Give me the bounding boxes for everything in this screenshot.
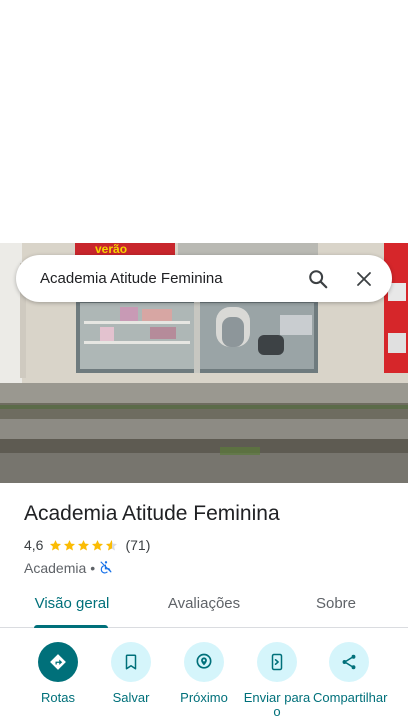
tab-overview[interactable]: Visão geral: [24, 586, 120, 628]
rating-value: 4,6: [24, 537, 44, 553]
half-star-icon: [106, 539, 118, 550]
send-to-phone-icon: [257, 642, 297, 682]
category-label: Academia: [24, 560, 87, 576]
send-to-phone-button[interactable]: Enviar para o: [239, 642, 315, 719]
share-icon: [329, 642, 369, 682]
place-title: Academia Atitude Feminina: [24, 502, 280, 525]
category-row: Academia •: [24, 559, 394, 577]
place-info: Academia Atitude Feminina 4,6 (71) Acade…: [24, 500, 394, 577]
action-bar: Rotas Salvar Próximo Enviar para o Compa…: [0, 640, 408, 726]
star-icon: [64, 539, 76, 550]
nearby-label: Próximo: [180, 690, 228, 705]
wheelchair-inaccessible-icon: [99, 560, 113, 577]
save-label: Salvar: [112, 690, 150, 705]
rating-row[interactable]: 4,6 (71): [24, 536, 394, 554]
tab-about[interactable]: Sobre: [306, 586, 366, 628]
search-bar[interactable]: Academia Atitude Feminina: [16, 255, 392, 302]
search-query[interactable]: Academia Atitude Feminina: [40, 270, 298, 287]
close-icon[interactable]: [344, 259, 384, 299]
directions-button[interactable]: Rotas: [20, 642, 96, 705]
send-to-phone-label: Enviar para o: [243, 690, 311, 719]
save-button[interactable]: Salvar: [93, 642, 169, 705]
share-button[interactable]: Compartilhar: [311, 642, 387, 705]
tab-bar: Visão geral Avaliações Sobre: [0, 586, 408, 628]
nearby-icon: [184, 642, 224, 682]
separator-dot: •: [90, 560, 96, 576]
tab-indicator: [34, 625, 108, 628]
directions-label: Rotas: [41, 690, 75, 705]
nearby-button[interactable]: Próximo: [166, 642, 242, 705]
review-count[interactable]: (71): [125, 537, 150, 553]
share-label: Compartilhar: [313, 690, 388, 705]
search-icon[interactable]: [298, 259, 338, 299]
directions-icon: [38, 642, 78, 682]
star-rating: [49, 539, 119, 552]
bookmark-icon: [111, 642, 151, 682]
tab-reviews[interactable]: Avaliações: [158, 586, 250, 628]
star-icon: [50, 539, 62, 550]
star-icon: [92, 539, 104, 550]
star-icon: [78, 539, 90, 550]
map-area[interactable]: [0, 0, 408, 243]
